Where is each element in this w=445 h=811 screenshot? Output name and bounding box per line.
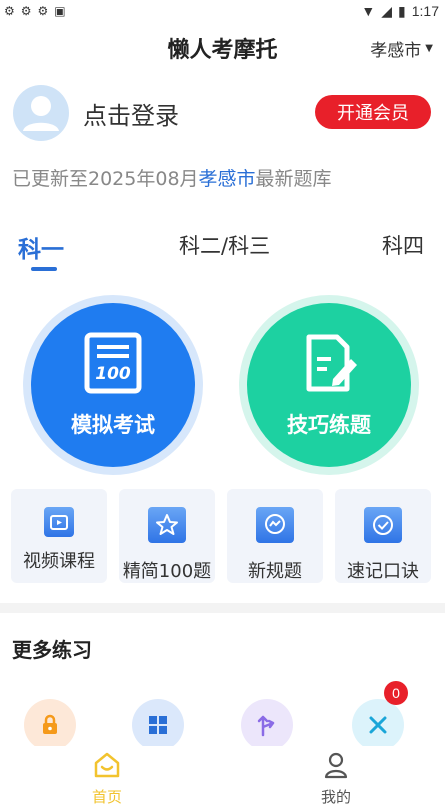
practice-item-wrong[interactable] [352,699,404,751]
font-icon: ▣ [54,4,66,18]
lock-icon [43,714,57,734]
close-icon [369,716,387,734]
status-bar: ⚙ ⚙ ⚙ ▣ ▼ ◢ ▮ 1:17 [0,0,445,22]
video-icon [44,507,74,537]
home-icon [94,752,120,778]
quick-mnemonics[interactable]: 速记口诀 [335,489,431,583]
quick-new-rules[interactable]: 新规题 [227,489,323,583]
caret-down-icon: ▼ [425,43,433,54]
city-selector[interactable]: 孝感市 ▼ [370,36,433,61]
update-prefix: 已更新至2025年08月 [12,168,199,190]
quick-label: 速记口诀 [347,561,419,582]
vip-button[interactable]: 开通会员 [315,95,431,129]
bottom-nav: 首页 我的 [0,746,445,811]
login-row[interactable]: 点击登录 开通会员 [13,84,433,142]
skill-practice-label: 技巧练题 [287,413,371,437]
nav-home-label: 首页 [91,788,122,806]
message-icon [256,507,294,543]
grid-icon [149,716,167,734]
system-status: ▼ ◢ ▮ 1:17 [361,3,439,20]
tab-subject-4[interactable]: 科四 [382,230,424,260]
update-city[interactable]: 孝感市 [199,168,256,190]
login-link[interactable]: 点击登录 [83,96,179,131]
sync-icon: ⚙ [20,4,32,18]
practice-item-branch[interactable] [241,699,293,751]
city-label: 孝感市 [370,41,422,61]
svg-text:100: 100 [95,364,131,384]
nav-profile[interactable]: 我的 [291,750,381,807]
sync-icon: ⚙ [37,4,49,18]
title-bar: 懒人考摩托 孝感市 ▼ [0,26,445,66]
quick-label: 视频课程 [23,551,95,572]
section-divider [0,603,445,613]
nav-home[interactable]: 首页 [62,750,152,807]
wrong-count-badge: 0 [384,681,408,705]
subject-tabs: 科一 科二/科三 科四 [0,226,445,276]
quick-actions: 视频课程 精简100题 新规题 速记口诀 [11,489,433,583]
user-avatar-icon [23,96,59,131]
quick-video-courses[interactable]: 视频课程 [11,489,107,583]
mock-exam-button[interactable]: 100 模拟考试 [31,303,195,467]
status-time: 1:17 [411,3,439,19]
update-info: 已更新至2025年08月孝感市最新题库 [12,164,332,191]
sync-icon: ⚙ [4,4,15,18]
wifi-icon: ▼ [361,3,376,19]
nav-profile-label: 我的 [320,788,351,806]
mock-exam-label: 模拟考试 [71,413,155,437]
signal-icon: ◢ [381,2,393,19]
tab-subject-2-3[interactable]: 科二/科三 [179,230,270,260]
notification-icons: ⚙ ⚙ ⚙ ▣ [4,4,66,18]
quick-label: 新规题 [248,561,302,582]
update-suffix: 最新题库 [255,168,332,190]
practice-item-grid[interactable] [132,699,184,751]
skill-practice-button[interactable]: 技巧练题 [247,303,411,467]
edit-document-icon [306,334,357,392]
battery-icon: ▮ [398,2,406,19]
quick-label: 精简100题 [122,561,212,582]
tab-subject-1[interactable]: 科一 [18,230,64,264]
exam-paper-icon: 100 [84,332,142,394]
user-icon [324,752,348,779]
practice-item-lock[interactable] [24,699,76,751]
more-practice-title: 更多练习 [12,638,92,662]
check-circle-icon [364,507,402,543]
active-tab-indicator [31,267,57,271]
quick-100-questions[interactable]: 精简100题 [119,489,215,583]
branch-icon [257,715,275,737]
avatar[interactable] [13,85,69,141]
star-icon [148,507,186,543]
